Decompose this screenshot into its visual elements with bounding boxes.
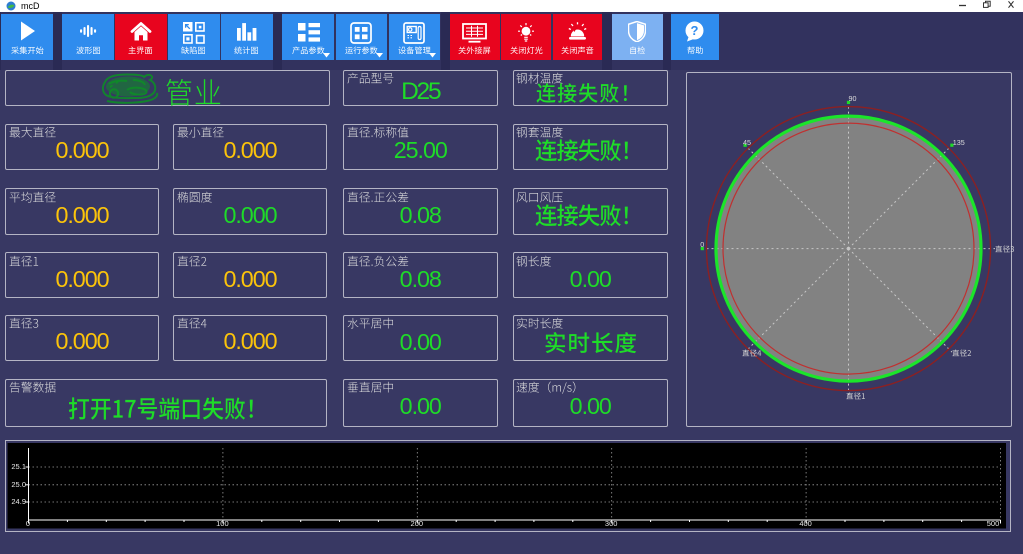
svg-text:?: ? xyxy=(691,23,699,38)
